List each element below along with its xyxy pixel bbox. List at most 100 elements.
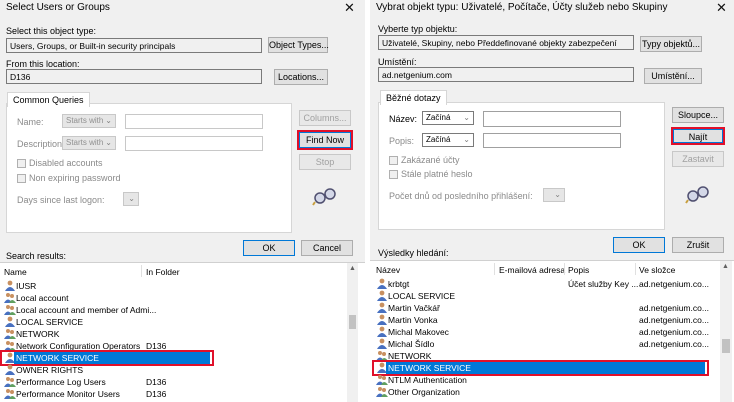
column-separator <box>141 265 142 277</box>
chevron-down-icon: ⌄ <box>128 194 135 203</box>
object-type-label: Vyberte typ objektu: <box>378 24 458 34</box>
non-expiring-checkbox[interactable] <box>389 170 398 179</box>
list-item[interactable]: NETWORK <box>4 328 344 340</box>
locations-button[interactable]: Locations... <box>274 69 328 85</box>
list-item[interactable]: Local account and member of Admi... <box>4 304 344 316</box>
list-item[interactable]: krbtgt Účet služby Key ... ad.netgenium.… <box>376 278 716 290</box>
left-dialog-title: Select Users or Groups <box>6 2 110 13</box>
user-icon <box>5 364 15 375</box>
user-icon <box>377 314 387 325</box>
search-results-label: Search results: <box>6 251 67 261</box>
column-separator <box>494 263 495 275</box>
column-header-description[interactable]: Popis <box>568 265 589 275</box>
list-item[interactable]: Performance Log Users D136 <box>4 376 344 388</box>
left-results-scrollbar[interactable]: ▲ <box>347 263 358 402</box>
user-icon <box>377 326 387 337</box>
disabled-accounts-checkbox[interactable] <box>389 156 398 165</box>
list-item-selected[interactable]: NETWORK SERVICE <box>0 350 214 366</box>
tab-common-queries[interactable]: Běžné dotazy <box>380 90 447 105</box>
ok-button[interactable]: OK <box>243 240 295 256</box>
find-now-button[interactable]: Najít <box>671 127 725 145</box>
group-icon <box>376 387 388 397</box>
group-icon <box>4 341 16 351</box>
search-glasses-icon <box>312 188 336 206</box>
description-starts-with-select[interactable]: Začíná ⌄ <box>422 133 474 147</box>
location-label: Umístění: <box>378 57 417 67</box>
list-item[interactable]: Martin Vačkář ad.netgenium.co... <box>376 302 716 314</box>
list-item[interactable]: Martin Vonka ad.netgenium.co... <box>376 314 716 326</box>
group-icon <box>4 305 16 315</box>
description-input[interactable] <box>483 133 621 148</box>
list-item[interactable]: OWNER RIGHTS <box>4 364 344 376</box>
list-item[interactable]: IUSR <box>4 280 344 292</box>
list-item[interactable]: Michal Makovec ad.netgenium.co... <box>376 326 716 338</box>
column-header-folder[interactable]: Ve složce <box>639 265 675 275</box>
right-results-scrollbar[interactable]: ▲ <box>720 261 732 402</box>
close-icon[interactable]: ✕ <box>344 0 355 16</box>
list-item[interactable]: NETWORK <box>376 350 716 362</box>
list-item[interactable]: NTLM Authentication <box>376 374 716 386</box>
name-starts-with-value: Starts with <box>66 116 104 125</box>
user-icon <box>5 316 15 327</box>
tab-common-queries[interactable]: Common Queries <box>7 92 90 107</box>
location-field: ad.netgenium.com <box>378 67 634 82</box>
name-input[interactable] <box>483 111 621 127</box>
group-icon <box>4 293 16 303</box>
user-icon <box>377 278 387 289</box>
find-now-button[interactable]: Find Now <box>297 130 353 150</box>
list-item[interactable]: Performance Monitor Users D136 <box>4 388 344 400</box>
column-separator <box>635 263 636 275</box>
scroll-up-icon[interactable]: ▲ <box>349 265 356 272</box>
non-expiring-checkbox <box>17 174 26 183</box>
cancel-button[interactable]: Cancel <box>301 240 353 256</box>
location-label: From this location: <box>6 59 80 69</box>
non-expiring-label: Stále platné heslo <box>401 169 473 179</box>
list-item[interactable]: Other Organization <box>376 386 716 398</box>
chevron-down-icon: ⌄ <box>463 135 470 144</box>
description-starts-with-value: Začíná <box>426 135 451 144</box>
left-dialog: Select Users or Groups ✕ Select this obj… <box>0 0 365 402</box>
disabled-accounts-checkbox <box>17 159 26 168</box>
locations-button[interactable]: Umístění... <box>644 68 702 84</box>
column-header-email[interactable]: E-mailová adresa <box>499 265 565 275</box>
list-item[interactable]: Local account <box>4 292 344 304</box>
list-item[interactable]: LOCAL SERVICE <box>4 316 344 328</box>
search-results-list[interactable]: Název E-mailová adresa Popis Ve složce k… <box>370 260 734 402</box>
object-types-button[interactable]: Object Types... <box>268 37 329 53</box>
scrollbar-thumb[interactable] <box>349 315 356 329</box>
user-icon <box>377 338 387 349</box>
chevron-down-icon: ⌄ <box>105 138 112 147</box>
name-starts-with-select[interactable]: Začíná ⌄ <box>422 111 474 125</box>
disabled-accounts-label: Zakázané účty <box>401 155 460 165</box>
ok-button[interactable]: OK <box>613 237 665 253</box>
cancel-button[interactable]: Zrušit <box>672 237 724 253</box>
scroll-up-icon[interactable]: ▲ <box>722 263 729 270</box>
columns-button[interactable]: Sloupce... <box>672 107 724 123</box>
group-icon <box>4 389 16 399</box>
search-results-list[interactable]: Name In Folder IUSR Local account Local … <box>0 262 365 402</box>
stop-button: Zastavit <box>672 151 724 167</box>
column-header-name[interactable]: Název <box>376 265 400 275</box>
name-input <box>125 114 263 129</box>
stop-button: Stop <box>299 154 351 170</box>
scrollbar-thumb[interactable] <box>722 339 730 353</box>
right-dialog-title: Vybrat objekt typu: Uživatelé, Počítače,… <box>376 2 668 13</box>
list-item[interactable]: Michal Šídlo ad.netgenium.co... <box>376 338 716 350</box>
list-item-selected[interactable]: NETWORK SERVICE <box>372 360 709 376</box>
close-icon[interactable]: ✕ <box>716 0 727 16</box>
days-since-select: ⌄ <box>543 188 565 202</box>
list-item[interactable]: LOCAL SERVICE <box>376 290 716 302</box>
name-starts-with-value: Začíná <box>426 113 451 122</box>
description-starts-with-value: Starts with <box>66 138 104 147</box>
group-icon <box>4 329 16 339</box>
name-label: Name: <box>17 117 44 127</box>
list-item[interactable]: Network Configuration Operators D136 <box>4 340 344 352</box>
column-header-name[interactable]: Name <box>4 267 27 277</box>
object-type-field: Uživatelé, Skupiny, nebo Předdefinované … <box>378 35 634 50</box>
group-icon <box>376 375 388 385</box>
non-expiring-label: Non expiring password <box>29 173 121 183</box>
column-header-in-folder[interactable]: In Folder <box>146 267 180 277</box>
object-types-button[interactable]: Typy objektů... <box>640 36 702 52</box>
chevron-down-icon: ⌄ <box>105 116 112 125</box>
object-type-field: Users, Groups, or Built-in security prin… <box>6 38 262 53</box>
